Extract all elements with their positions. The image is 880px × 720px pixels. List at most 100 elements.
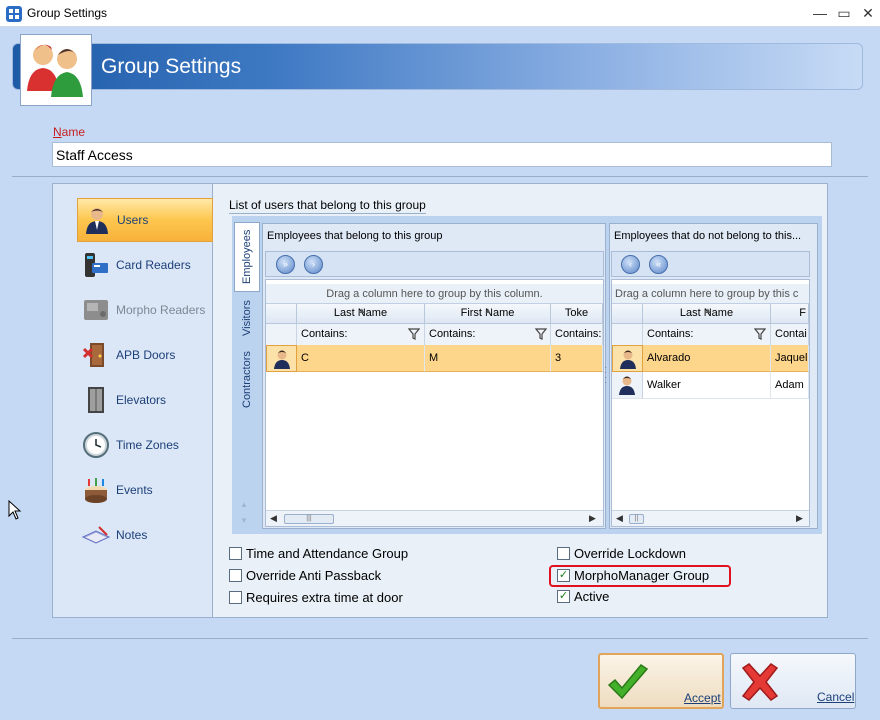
card-reader-icon — [81, 250, 111, 280]
divider — [12, 638, 868, 639]
sort-up-icon: ▲ — [704, 306, 712, 315]
move-right-icon[interactable]: › — [304, 255, 323, 274]
filter-last-name[interactable]: Contains: — [297, 324, 425, 346]
cell-first-name: Adam — [771, 372, 809, 399]
checkbox-label: Override Lockdown — [574, 546, 686, 561]
column-header-first-name[interactable]: F — [771, 304, 809, 324]
right-grid-navbar — [611, 251, 810, 277]
sidebar-item-label: Card Readers — [116, 258, 191, 272]
maximize-button[interactable]: ▭ — [831, 3, 857, 23]
row-indicator-header — [612, 304, 643, 324]
name-label: Name — [53, 125, 86, 139]
sort-up-icon: ▲ — [358, 306, 366, 315]
right-horizontal-scrollbar[interactable]: ◀ || ▶ — [612, 510, 809, 526]
time-attendance-checkbox[interactable]: Time and Attendance Group — [229, 546, 408, 561]
filter-funnel-icon[interactable] — [408, 328, 420, 340]
filter-funnel-icon[interactable] — [754, 328, 766, 340]
sidebar-item-events[interactable]: Events — [77, 468, 213, 512]
tab-employees[interactable]: Employees — [234, 222, 260, 292]
sidebar-item-label: Morpho Readers — [116, 303, 206, 317]
cancel-button[interactable]: Cancel — [730, 653, 856, 709]
morphomanager-group-checkbox[interactable]: ✓ MorphoManager Group — [557, 568, 709, 583]
cell-last-name: C — [297, 345, 425, 372]
tab-scroll-up-icon[interactable]: ▲ — [240, 500, 248, 509]
user-icon — [82, 205, 112, 235]
left-grid-caption: Employees that belong to this group — [267, 230, 443, 242]
notes-icon — [81, 520, 111, 550]
override-lockdown-checkbox[interactable]: Override Lockdown — [557, 546, 686, 561]
cell-first-name: M — [425, 345, 551, 372]
filter-first-name[interactable]: Contai — [771, 324, 809, 346]
cake-icon — [81, 475, 111, 505]
sidebar-item-label: Users — [117, 213, 149, 227]
filter-last-name[interactable]: Contains: — [643, 324, 771, 346]
tab-contractors[interactable]: Contractors — [234, 344, 260, 416]
sidebar-item-elevators[interactable]: Elevators — [77, 378, 213, 422]
right-grid-caption: Employees that do not belong to this... — [614, 230, 802, 242]
sidebar-item-label: Events — [116, 483, 153, 497]
filter-first-name[interactable]: Contains: — [425, 324, 551, 346]
employee-badge-icon — [266, 345, 297, 372]
filter-indicator-cell — [612, 324, 643, 346]
sidebar-item-label: Time Zones — [116, 438, 179, 452]
checkbox-box[interactable] — [229, 591, 242, 604]
accept-button[interactable]: Accept — [598, 653, 724, 709]
apb-door-icon — [81, 340, 111, 370]
tab-scroll-down-icon[interactable]: ▼ — [240, 516, 248, 525]
filter-token[interactable]: Contains: — [551, 324, 603, 346]
app-grid-icon — [6, 6, 22, 22]
minimize-button[interactable]: — — [807, 3, 833, 23]
scrollbar-thumb[interactable]: ||| — [284, 514, 334, 524]
sidebar-item-users[interactable]: Users — [77, 198, 213, 242]
checkmark-icon[interactable]: ✓ — [557, 569, 570, 582]
cell-first-name: Jaqueli — [771, 345, 809, 372]
clock-icon — [81, 430, 111, 460]
sidebar-item-label: Notes — [116, 528, 148, 542]
scroll-left-icon[interactable]: ◀ — [616, 513, 623, 524]
sort-up-icon: ▲ — [484, 306, 492, 315]
active-checkbox[interactable]: ✓ Active — [557, 589, 609, 604]
override-anti-passback-checkbox[interactable]: Override Anti Passback — [229, 568, 381, 583]
checkbox-box[interactable] — [557, 547, 570, 560]
scroll-left-icon[interactable]: ◀ — [270, 513, 277, 524]
sidebar-item-time-zones[interactable]: Time Zones — [77, 423, 213, 467]
title-bar — [0, 0, 880, 27]
checkbox-label: MorphoManager Group — [574, 568, 710, 583]
column-header-token[interactable]: Toke — [551, 304, 603, 324]
cell-last-name: Walker — [643, 372, 771, 399]
sidebar-item-notes[interactable]: Notes — [77, 513, 213, 557]
scroll-right-icon[interactable]: ▶ — [589, 513, 596, 524]
move-left-icon[interactable]: ‹ — [621, 255, 640, 274]
left-group-hint: Drag a column here to group by this colu… — [266, 284, 603, 304]
sidebar-item-apb-doors[interactable]: APB Doors — [77, 333, 213, 377]
row-indicator-header — [266, 304, 297, 324]
name-input[interactable] — [52, 142, 832, 167]
checkbox-label: Time and Attendance Group — [246, 546, 409, 561]
splitter-grip-icon[interactable]: · · · · — [604, 363, 607, 388]
move-all-right-icon[interactable]: » — [276, 255, 295, 274]
page-title: Group Settings — [101, 55, 242, 78]
elevator-icon — [81, 385, 111, 415]
extra-time-checkbox[interactable]: Requires extra time at door — [229, 590, 403, 605]
filter-indicator-cell — [266, 324, 297, 346]
checkbox-box[interactable] — [229, 569, 242, 582]
left-horizontal-scrollbar[interactable]: ◀ ||| ▶ — [266, 510, 603, 526]
scroll-right-icon[interactable]: ▶ — [796, 513, 803, 524]
scrollbar-thumb[interactable]: || — [629, 514, 644, 524]
red-x-icon — [741, 663, 779, 701]
sidebar-item-label: APB Doors — [116, 348, 176, 362]
users-group-icon — [20, 34, 92, 106]
close-button[interactable]: ✕ — [855, 3, 880, 23]
employee-badge-icon — [612, 372, 643, 399]
tab-visitors[interactable]: Visitors — [234, 292, 260, 344]
sidebar-item-card-readers[interactable]: Card Readers — [77, 243, 213, 287]
move-all-left-icon[interactable]: « — [649, 255, 668, 274]
checkbox-box[interactable] — [229, 547, 242, 560]
divider — [12, 176, 868, 177]
checkbox-label: Override Anti Passback — [246, 568, 382, 583]
sidebar-item-morpho-readers[interactable]: Morpho Readers — [77, 288, 213, 332]
sidebar-item-label: Elevators — [116, 393, 167, 407]
checkmark-icon[interactable]: ✓ — [557, 590, 570, 603]
right-group-hint: Drag a column here to group by this c — [612, 284, 809, 304]
filter-funnel-icon[interactable] — [535, 328, 547, 340]
